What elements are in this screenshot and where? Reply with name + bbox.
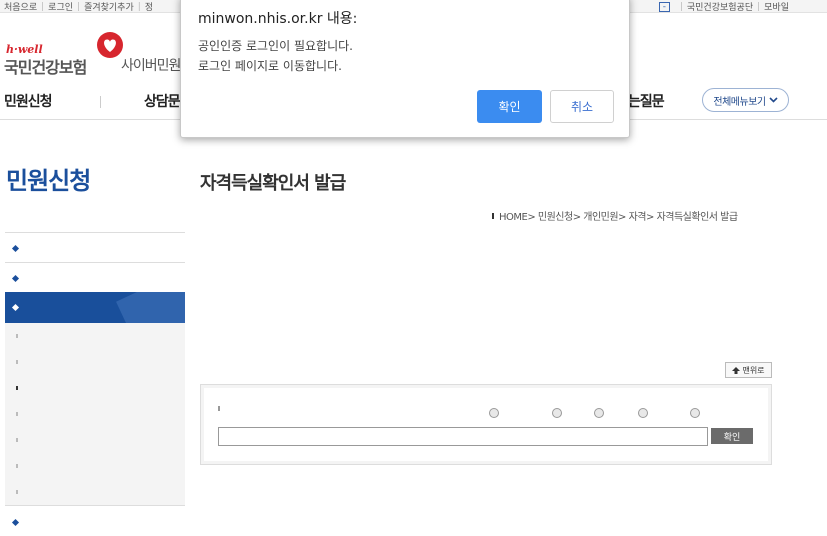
menu-all-button[interactable]: 전체메뉴보기 [702, 88, 789, 112]
separator: | [679, 1, 683, 12]
separator: | [77, 1, 81, 12]
bullet-icon [11, 518, 20, 527]
home-link[interactable]: 처음으로 [4, 0, 37, 13]
separator: | [137, 1, 141, 12]
breadcrumb: HOME> 민원신청> 개인민원> 자격> 자격득실확인서 발급 [492, 208, 738, 223]
alert-dialog: minwon.nhis.or.kr 내용: 공인인증 로그인이 필요합니다. 로… [180, 0, 630, 138]
side-navigation [5, 232, 185, 536]
lnb-subitem-current[interactable] [5, 375, 185, 401]
swoosh-decoration [116, 292, 185, 323]
scroll-top-button[interactable]: 맨위로 [725, 362, 772, 378]
dialog-title: minwon.nhis.or.kr 내용: [198, 11, 358, 27]
lnb-item[interactable] [5, 232, 185, 262]
arrow-up-icon [732, 366, 741, 374]
lnb-subitem[interactable] [5, 349, 185, 375]
gnb-item-consultation[interactable]: 상담문 [144, 91, 181, 111]
lnb-subitem[interactable] [5, 401, 185, 427]
divider [100, 96, 101, 108]
service-name: 사이버민원 [121, 58, 181, 74]
dialog-message-line: 로그인 페이지로 이동합니다. [198, 59, 342, 73]
login-link[interactable]: 로그인 [48, 0, 73, 13]
lnb-subitem[interactable] [5, 427, 185, 453]
mobile-link[interactable]: 모바일 [764, 0, 789, 13]
text-input[interactable] [218, 427, 708, 446]
nhis-link[interactable]: 국민건강보험공단 [687, 0, 753, 13]
radio-button[interactable] [690, 408, 700, 418]
font-decrease-button[interactable]: - [658, 1, 670, 12]
issue-form: 확인 [200, 384, 772, 465]
lnb-subitem[interactable] [5, 479, 185, 505]
lnb-item-active[interactable] [5, 292, 185, 323]
site-logo[interactable]: h·well 국민건강보험 사이버민원 [4, 32, 189, 82]
gnb-item-faq[interactable]: 는질문 [628, 91, 665, 111]
org-name: 국민건강보험 [4, 58, 87, 77]
ok-button[interactable]: 확인 [477, 90, 542, 123]
lnb-subitem[interactable] [5, 453, 185, 479]
arrow-icon [492, 213, 494, 219]
dialog-message-line: 공인인증 로그인이 필요합니다. [198, 39, 353, 53]
tick-icon [16, 360, 18, 364]
radio-button[interactable] [552, 408, 562, 418]
lnb-item[interactable] [5, 262, 185, 292]
truncated-link[interactable]: 정 [145, 0, 153, 13]
page-title: 자격득실확인서 발급 [200, 173, 346, 194]
tick-icon [218, 406, 220, 411]
tick-icon [16, 334, 18, 338]
lnb-title: 민원신청 [6, 167, 91, 195]
chevron-down-icon [769, 97, 778, 103]
radio-button[interactable] [594, 408, 604, 418]
lnb-subitem[interactable] [5, 323, 185, 349]
tick-icon [16, 438, 18, 442]
tick-icon [16, 412, 18, 416]
breadcrumb-text: HOME> 민원신청> 개인민원> 자격> 자격득실확인서 발급 [499, 212, 738, 223]
separator: | [41, 1, 45, 12]
bookmark-link[interactable]: 즐겨찾기추가 [84, 0, 134, 13]
tick-icon [16, 464, 18, 468]
gnb-item-civil-request[interactable]: 민원신청 [4, 91, 53, 111]
separator: | [757, 1, 761, 12]
radio-button[interactable] [638, 408, 648, 418]
radio-button[interactable] [489, 408, 499, 418]
lnb-item[interactable] [5, 505, 185, 536]
dialog-message: 공인인증 로그인이 필요합니다. 로그인 페이지로 이동합니다. [198, 36, 353, 76]
bullet-icon [11, 303, 20, 312]
bullet-icon [11, 274, 20, 283]
tick-icon [16, 386, 18, 390]
confirm-button[interactable]: 확인 [711, 428, 753, 444]
bullet-icon [11, 244, 20, 253]
tick-icon [16, 490, 18, 494]
menu-all-label: 전체메뉴보기 [713, 96, 766, 108]
cancel-button[interactable]: 취소 [550, 90, 614, 123]
scroll-top-label: 맨위로 [742, 365, 765, 375]
